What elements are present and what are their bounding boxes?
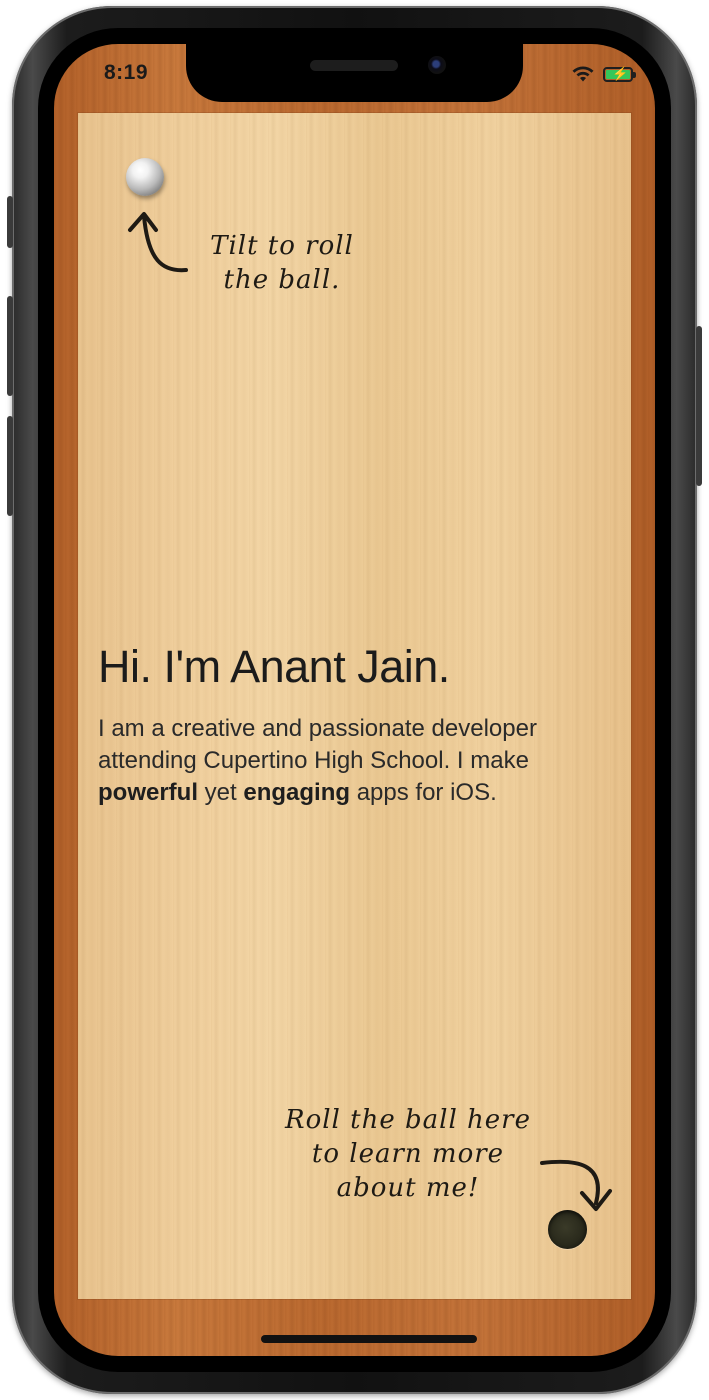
goal-hint-line-3: about me! <box>336 1173 480 1203</box>
bio-bold-engaging: engaging <box>243 779 351 806</box>
bolt-icon: ⚡ <box>612 65 629 81</box>
bezel: 8:19 ⚡ Tilt to roll the ball. Hi. I'm An… <box>38 28 671 1372</box>
app-screen: 8:19 ⚡ Tilt to roll the ball. Hi. I'm An… <box>54 44 655 1356</box>
front-camera <box>428 56 446 74</box>
wood-board[interactable]: Tilt to roll the ball. Hi. I'm Anant Jai… <box>78 113 631 1299</box>
status-time: 8:19 <box>104 61 149 84</box>
tilt-hint-line-1: Tilt to roll <box>210 231 354 261</box>
battery-charging-icon: ⚡ <box>603 65 636 82</box>
volume-down-button <box>7 416 13 516</box>
bio-paragraph: I am a creative and passionate developer… <box>98 713 618 809</box>
curved-arrow-down-icon <box>540 1159 612 1211</box>
volume-up-button <box>7 296 13 396</box>
tilt-hint: Tilt to roll the ball. <box>182 229 382 297</box>
wifi-icon <box>572 66 594 82</box>
page-title: Hi. I'm Anant Jain. <box>98 641 450 692</box>
status-icons: ⚡ <box>571 62 636 86</box>
home-indicator[interactable] <box>261 1335 477 1343</box>
goal-hole[interactable] <box>548 1210 587 1249</box>
bio-bold-powerful: powerful <box>98 779 198 806</box>
goal-hint-line-1: Roll the ball here <box>285 1105 531 1135</box>
silver-ball[interactable] <box>126 158 164 196</box>
tilt-hint-line-2: the ball. <box>223 265 341 295</box>
goal-hint: Roll the ball here to learn more about m… <box>258 1103 558 1205</box>
battery-cap <box>633 71 636 78</box>
iphone-frame: 8:19 ⚡ Tilt to roll the ball. Hi. I'm An… <box>7 6 702 1394</box>
goal-hint-line-2: to learn more <box>311 1139 505 1169</box>
bio-text-3: apps for iOS. <box>356 779 497 806</box>
power-button <box>696 326 702 486</box>
bio-text-1: I am a creative and passionate developer… <box>98 715 537 774</box>
notch <box>186 44 523 102</box>
bio-text-2: yet <box>204 779 237 806</box>
earpiece-speaker <box>310 60 398 71</box>
mute-switch <box>7 196 13 248</box>
